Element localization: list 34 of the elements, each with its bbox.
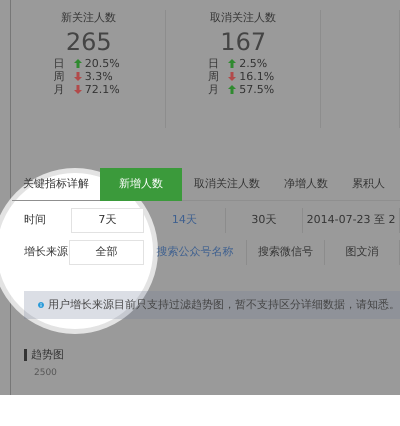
tab[interactable]: 取消关注人数: [182, 168, 272, 200]
filter-option[interactable]: 30天: [226, 208, 304, 233]
axis-tick-label: 2500: [34, 368, 57, 378]
change-value: 72.1%: [84, 82, 120, 96]
period-label: 月: [208, 82, 220, 96]
stat-value: 265: [64, 26, 113, 56]
stat-title: 取消关注人数: [209, 10, 278, 26]
info-icon: [38, 299, 44, 311]
tab[interactable]: 净增人数: [272, 168, 340, 200]
filter-option[interactable]: 图文消: [325, 240, 400, 265]
period-label: 日: [54, 56, 66, 70]
period-label: 周: [208, 70, 220, 82]
period-label: 周: [54, 70, 66, 82]
filter-option[interactable]: 全部: [68, 240, 144, 265]
notice-text: 用户增长来源目前只支持过滤趋势图，暂不支持区分详细数据，请知悉。: [48, 296, 400, 313]
filter-label: 时间: [23, 212, 47, 228]
chart-title: 趋势图: [24, 349, 64, 361]
change-value: 57.5%: [239, 82, 274, 96]
change-value: 2.5%: [239, 56, 268, 70]
period-label: 月: [54, 82, 66, 96]
stat-title: 新关注人数: [60, 10, 118, 26]
tab[interactable]: 新增人数: [100, 168, 182, 200]
change-value: 20.5%: [84, 56, 120, 70]
section-title: 关键指标详解: [22, 176, 90, 192]
filter-option[interactable]: 14天: [144, 208, 226, 233]
filter-option[interactable]: 2014-07-23 至 2: [303, 208, 400, 233]
filter-option[interactable]: 7天: [70, 208, 144, 233]
change-value: 3.3%: [84, 70, 113, 82]
tab[interactable]: 累积人: [340, 168, 397, 200]
filter-label: 增长来源: [23, 244, 69, 260]
period-label: 日: [208, 56, 220, 70]
change-value: 16.1%: [239, 70, 274, 82]
stat-value: 167: [219, 26, 268, 56]
filter-option[interactable]: 搜索微信号: [247, 240, 325, 265]
